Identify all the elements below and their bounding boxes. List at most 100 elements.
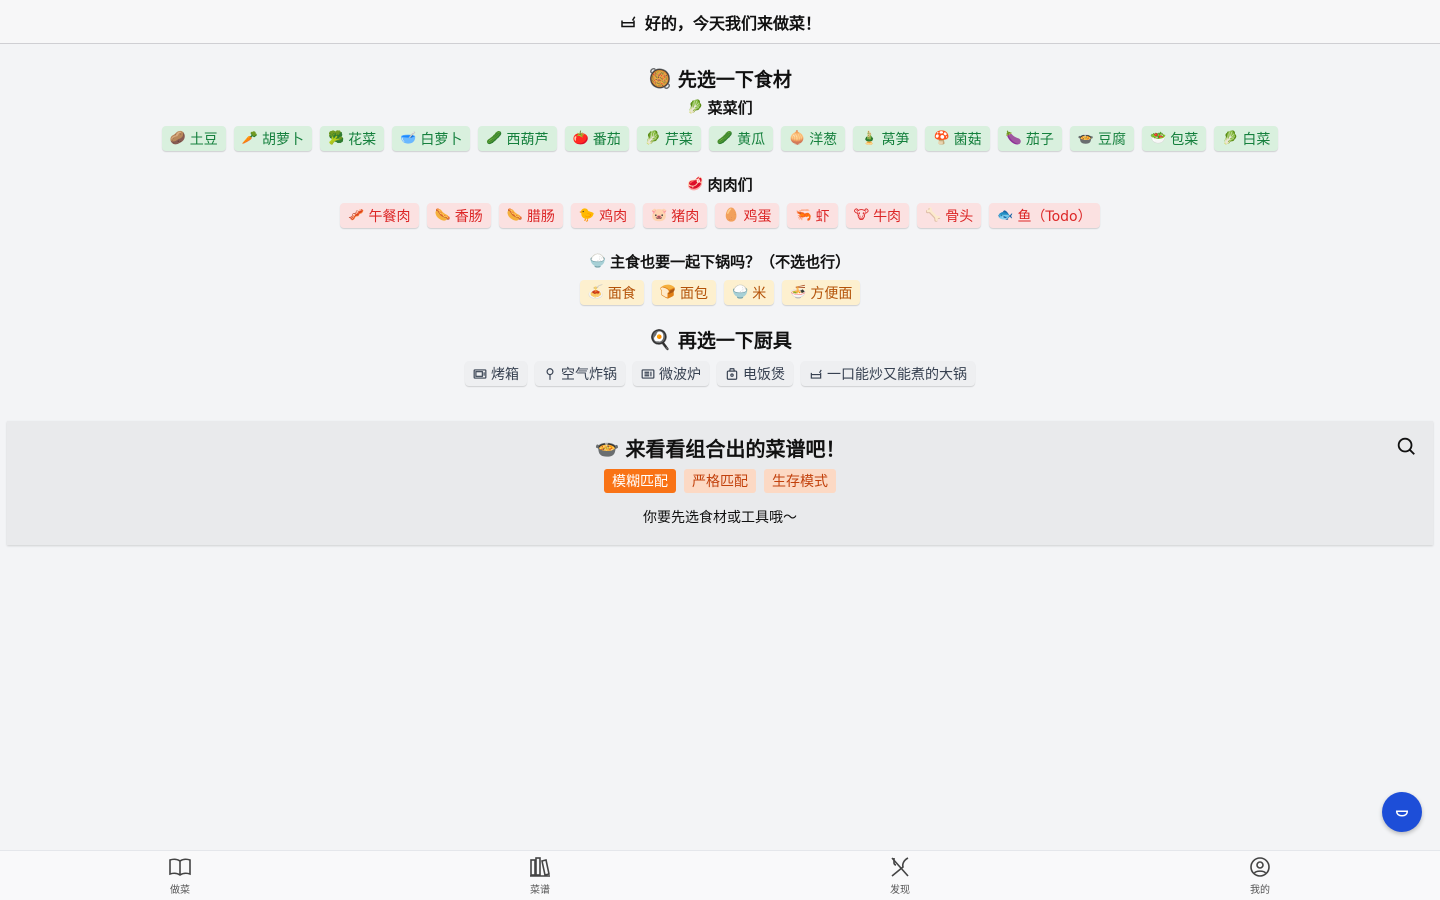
meat-emoji-icon: 🐤 xyxy=(578,208,596,223)
veg-emoji-icon: 🥒 xyxy=(486,131,503,146)
tool-chip[interactable]: 电饭煲 xyxy=(717,361,793,386)
veg-chip-label: 西葫芦 xyxy=(506,131,549,148)
meat-emoji-icon: 🥚 xyxy=(723,208,740,223)
pot-icon xyxy=(621,15,636,27)
wok-icon xyxy=(809,367,823,381)
floating-action-button[interactable] xyxy=(1382,792,1422,832)
veg-emoji-icon: 🥒 xyxy=(716,131,734,146)
staple-chip[interactable]: 🍚 米 xyxy=(724,280,775,305)
ingredients-title: 🥘 先选一下食材 xyxy=(648,67,792,91)
tool-chip-label: 烤箱 xyxy=(491,366,519,383)
meat-emoji-icon: 🌭 xyxy=(434,208,451,223)
tool-chip-label: 电饭煲 xyxy=(743,366,785,383)
library-icon xyxy=(530,857,550,877)
meat-chip[interactable]: 🥚 鸡蛋 xyxy=(715,203,780,228)
staple-chip[interactable]: 🍝 面食 xyxy=(579,280,644,305)
search-icon[interactable] xyxy=(1395,435,1417,457)
staple-chip[interactable]: 🍜 方便面 xyxy=(782,280,861,305)
nav-item-profile[interactable]: 我的 xyxy=(1080,851,1440,900)
staple-chip[interactable]: 🍞 面包 xyxy=(651,280,716,305)
stew-icon: 🍲 xyxy=(594,435,620,459)
veg-chip-label: 白菜 xyxy=(1242,131,1271,148)
meat-chip-row: 🥓 午餐肉 🌭 香肠 🌭 腊肠 🐤 鸡肉 🐷 猪肉 🥚 鸡蛋 🦐 虾 🐮 牛肉 🦴 骨头 🐟 鱼（Todo） xyxy=(340,203,1100,228)
meat-chip[interactable]: 🦐 虾 xyxy=(787,203,838,228)
nav-item-recipes[interactable]: 菜谱 xyxy=(360,851,720,900)
page-title: 好的，今天我们来做菜！ xyxy=(644,13,821,33)
veg-chip[interactable]: 🍅 番茄 xyxy=(564,126,629,151)
veg-chip[interactable]: 🥬 白菜 xyxy=(1214,126,1279,151)
utensils-icon xyxy=(891,857,909,877)
meat-chip-label: 鸡肉 xyxy=(599,208,628,225)
mode-fuzzy-button[interactable]: 模糊匹配 xyxy=(604,469,676,493)
veg-chip[interactable]: 🥔 土豆 xyxy=(161,126,226,151)
tool-chip[interactable]: 烤箱 xyxy=(465,361,527,386)
veg-group-title: 🥬 菜菜们 xyxy=(687,98,753,117)
veg-chip-label: 包菜 xyxy=(1170,131,1199,148)
meat-emoji-icon: 🥓 xyxy=(348,208,365,223)
meat-chip[interactable]: 🐮 牛肉 xyxy=(845,203,910,228)
tool-chip[interactable]: 微波炉 xyxy=(633,361,709,386)
meat-emoji-icon: 🐮 xyxy=(853,208,870,223)
veg-chip[interactable]: 🧅 洋葱 xyxy=(781,126,846,151)
staple-chip-label: 米 xyxy=(752,285,767,302)
meat-chip[interactable]: 🌭 香肠 xyxy=(426,203,491,228)
nav-item-discover[interactable]: 发现 xyxy=(720,851,1080,900)
staple-chip-label: 面食 xyxy=(607,285,636,302)
staple-emoji-icon: 🍚 xyxy=(732,285,749,300)
meat-chip-label: 香肠 xyxy=(454,208,483,225)
nav-item-cook[interactable]: 做菜 xyxy=(0,851,360,900)
meat-emoji-icon: 🐷 xyxy=(651,208,668,223)
tools-title: 🍳 再选一下厨具 xyxy=(648,328,792,352)
veg-chip[interactable]: 🍲 豆腐 xyxy=(1069,126,1135,151)
veg-chip[interactable]: 🎍 莴笋 xyxy=(853,126,918,151)
oven-icon xyxy=(473,367,487,381)
veg-chip-row: 🥔 土豆 🥕 胡萝卜 🥦 花菜 🥣 白萝卜 🥒 西葫芦 🍅 番茄 🥬 芹菜 🥒 黄瓜 🧅 洋葱 🎍 莴笋 🍄 菌菇 🍆 茄子 🍲… xyxy=(161,126,1279,151)
book-icon xyxy=(169,858,191,876)
veg-emoji-icon: 🎍 xyxy=(861,131,878,146)
meat-chip-label: 腊肠 xyxy=(526,208,555,225)
frying-pan-icon: 🍳 xyxy=(648,328,672,351)
meat-chip-label: 鱼（Todo） xyxy=(1017,208,1092,225)
veg-chip[interactable]: 🥗 包菜 xyxy=(1142,126,1207,151)
match-mode-group: 模糊匹配 严格匹配 生存模式 xyxy=(604,469,836,493)
meat-chip[interactable]: 🐟 鱼（Todo） xyxy=(989,203,1100,228)
staple-chip-label: 方便面 xyxy=(810,285,853,302)
veg-chip[interactable]: 🍆 茄子 xyxy=(997,126,1062,151)
mode-strict-button[interactable]: 严格匹配 xyxy=(684,469,756,493)
veg-chip[interactable]: 🥦 花菜 xyxy=(319,126,385,151)
tool-chip[interactable]: 一口能炒又能煮的大锅 xyxy=(801,361,975,386)
staple-group-title: 🍚 主食也要一起下锅吗？（不选也行） xyxy=(589,252,851,271)
veg-emoji-icon: 🍆 xyxy=(1005,131,1022,146)
pot-icon xyxy=(1395,810,1409,817)
veg-chip[interactable]: 🍄 菌菇 xyxy=(925,126,990,151)
meat-chip[interactable]: 🐤 鸡肉 xyxy=(570,203,636,228)
meat-chip[interactable]: 🥓 午餐肉 xyxy=(340,203,419,228)
results-panel: 🍲 来看看组合出的菜谱吧！ 模糊匹配 严格匹配 生存模式 你要先选食材或工具哦～ xyxy=(7,421,1433,545)
veg-chip[interactable]: 🥒 黄瓜 xyxy=(708,126,774,151)
veg-emoji-icon: 🥗 xyxy=(1150,131,1167,146)
veg-chip-label: 白萝卜 xyxy=(420,131,463,148)
meat-chip[interactable]: 🦴 骨头 xyxy=(917,203,982,228)
meat-group-title: 🥩 肉肉们 xyxy=(687,175,753,194)
veg-chip-label: 花菜 xyxy=(348,131,377,148)
tool-chip-label: 空气炸锅 xyxy=(561,366,617,383)
veg-chip[interactable]: 🥒 西葫芦 xyxy=(478,126,557,151)
paella-icon: 🥘 xyxy=(648,67,672,90)
veg-chip[interactable]: 🥬 芹菜 xyxy=(636,126,701,151)
app-header: 好的，今天我们来做菜！ xyxy=(0,0,1440,44)
veg-chip[interactable]: 🥣 白萝卜 xyxy=(392,126,471,151)
veg-emoji-icon: 🥔 xyxy=(169,131,186,146)
veg-chip-label: 莴笋 xyxy=(881,131,910,148)
meat-chip[interactable]: 🌭 腊肠 xyxy=(498,203,563,228)
main-content: 🥘 先选一下食材 🥬 菜菜们 🥔 土豆 🥕 胡萝卜 🥦 花菜 🥣 白萝卜 🥒 西葫芦 🍅 番茄 🥬 芹菜 🥒… xyxy=(0,44,1440,386)
empty-hint: 你要先选食材或工具哦～ xyxy=(643,510,797,526)
microwave-icon xyxy=(641,367,655,381)
veg-chip-label: 豆腐 xyxy=(1098,131,1127,148)
meat-chip[interactable]: 🐷 猪肉 xyxy=(643,203,708,228)
veg-emoji-icon: 🧅 xyxy=(789,131,806,146)
leafy-green-icon: 🥬 xyxy=(687,99,704,115)
veg-chip[interactable]: 🥕 胡萝卜 xyxy=(233,126,312,151)
mode-survival-button[interactable]: 生存模式 xyxy=(764,469,836,493)
tool-chip[interactable]: 空气炸锅 xyxy=(535,361,625,386)
veg-emoji-icon: 🍄 xyxy=(933,131,950,146)
